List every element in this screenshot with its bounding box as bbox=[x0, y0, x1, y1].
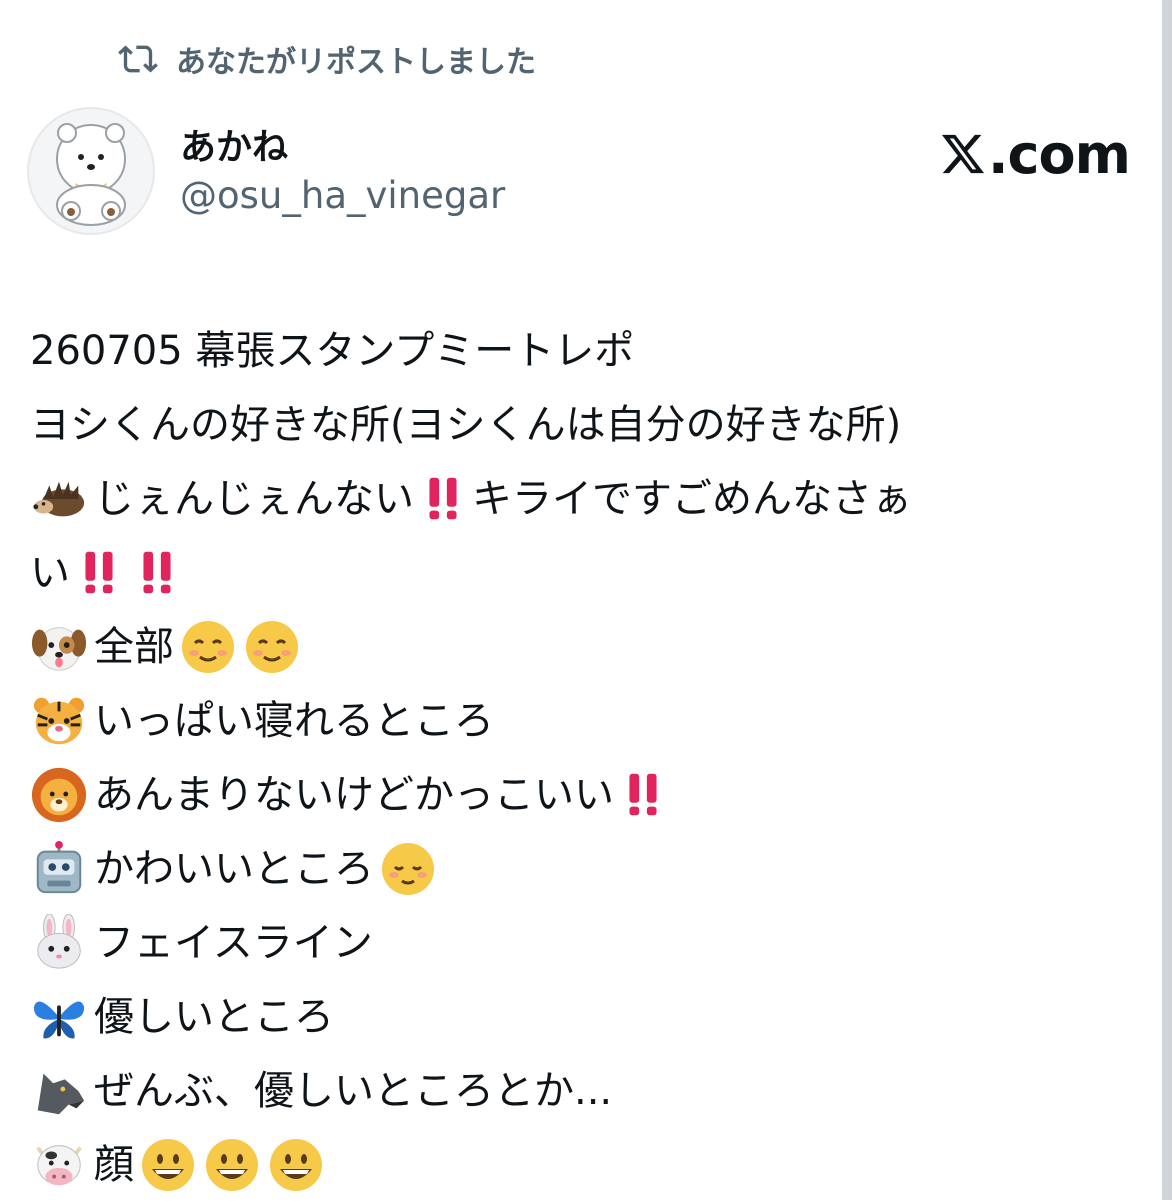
cow-icon bbox=[36, 1145, 82, 1186]
tweet-line-text: い bbox=[30, 550, 70, 596]
grinning-face-icon bbox=[206, 1139, 258, 1191]
double-exclamation-icon bbox=[629, 773, 657, 816]
tweet-line: あんまりないけどかっこいい bbox=[30, 758, 1150, 832]
smiling-face-icon bbox=[182, 621, 234, 673]
tweet-line: ぜんぶ、優しいところとか... bbox=[30, 1054, 1150, 1128]
author-handle[interactable]: @osu_ha_vinegar bbox=[180, 174, 505, 217]
robot-icon bbox=[36, 840, 82, 894]
dog-icon bbox=[31, 627, 87, 671]
tweet-line-text: 優しいところ bbox=[94, 994, 334, 1040]
rabbit-icon bbox=[37, 914, 81, 969]
tweet-text: 260705 幕張スタンプミートレポ ヨシくんの好きな所(ヨシくんは自分の好きな… bbox=[30, 314, 1150, 1202]
tweet-line-text: じぇんじぇんない bbox=[94, 476, 414, 522]
grinning-face-icon bbox=[142, 1139, 194, 1191]
lion-icon bbox=[31, 767, 87, 823]
smiling-face-icon bbox=[246, 621, 298, 673]
double-exclamation-icon bbox=[143, 551, 171, 594]
tweet-line-text: かわいいところ bbox=[94, 846, 374, 892]
brand-logo: .com bbox=[940, 122, 1131, 186]
tweet-line-text: いっぱい寝れるところ bbox=[94, 698, 494, 744]
double-exclamation-icon bbox=[85, 551, 113, 594]
tweet-line: 優しいところ bbox=[30, 980, 1150, 1054]
avatar-bear-image bbox=[56, 123, 126, 226]
tweet-line: 顔 bbox=[30, 1128, 1150, 1202]
scrollbar-edge[interactable] bbox=[1162, 0, 1172, 1200]
tweet-line: 260705 幕張スタンプミートレポ bbox=[30, 314, 1150, 388]
tweet-line-text: フェイスライン bbox=[94, 920, 373, 966]
relieved-face-icon bbox=[382, 843, 434, 895]
tweet-line: かわいいところ bbox=[30, 832, 1150, 906]
butterfly-icon bbox=[33, 1001, 85, 1039]
hedgehog-icon bbox=[33, 481, 85, 517]
tiger-icon bbox=[33, 697, 85, 745]
tweet-line-text: キライですごめんなさぁ bbox=[472, 476, 912, 522]
repost-label: あなたがリポストしました bbox=[176, 45, 536, 80]
wolf-icon bbox=[37, 1073, 85, 1115]
author-name[interactable]: あかね bbox=[180, 118, 288, 170]
repost-indicator[interactable]: あなたがリポストしました bbox=[118, 36, 536, 82]
double-exclamation-icon bbox=[429, 477, 457, 520]
tweet-line-text: ヨシくんの好きな所(ヨシくんは自分の好きな所) bbox=[30, 402, 902, 448]
tweet-line: フェイスライン bbox=[30, 906, 1150, 980]
tweet-line: じぇんじぇんない キライですごめんなさぁ bbox=[30, 462, 1150, 536]
tweet-line-text: あんまりないけどかっこいい bbox=[94, 772, 614, 818]
avatar[interactable] bbox=[27, 107, 155, 235]
brand-label: .com bbox=[988, 122, 1131, 186]
tweet-line: ヨシくんの好きな所(ヨシくんは自分の好きな所) bbox=[30, 388, 1150, 462]
tweet-line: い bbox=[30, 536, 1150, 610]
tweet-line-text: ぜんぶ、優しいところとか... bbox=[94, 1068, 613, 1114]
grinning-face-icon bbox=[270, 1139, 322, 1191]
x-logo-icon bbox=[941, 134, 985, 174]
tweet-line: いっぱい寝れるところ bbox=[30, 684, 1150, 758]
tweet-line-text: 260705 幕張スタンプミートレポ bbox=[30, 328, 635, 374]
repost-icon bbox=[118, 45, 158, 73]
tweet-line-text: 全部 bbox=[94, 624, 174, 670]
tweet-line: 全部 bbox=[30, 610, 1150, 684]
tweet-line-text: 顔 bbox=[94, 1142, 134, 1188]
